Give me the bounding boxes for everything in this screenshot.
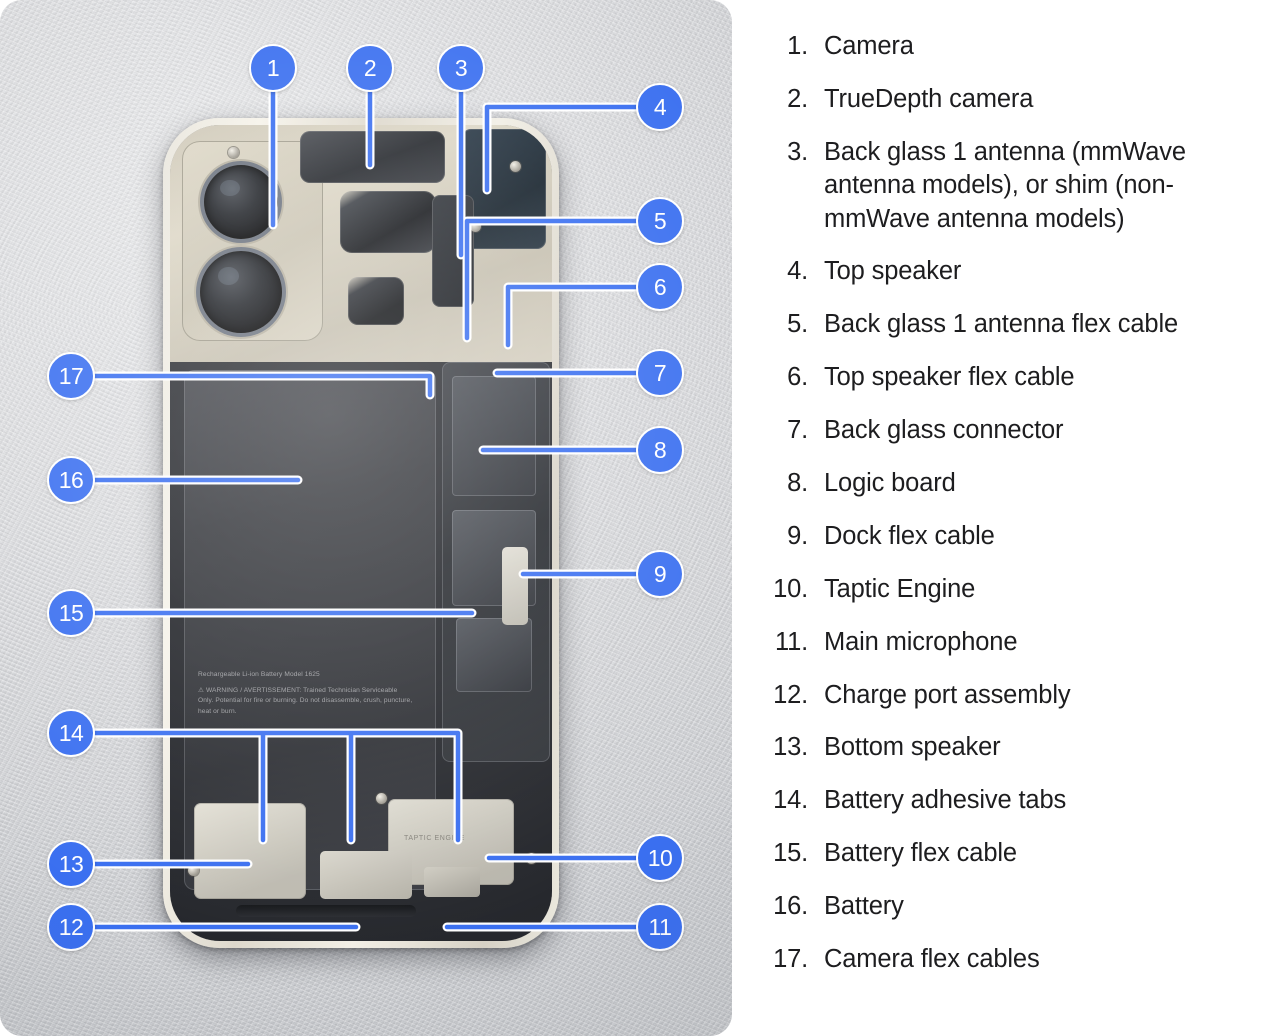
legend-item: Logic board — [752, 467, 956, 501]
callout-marker-12[interactable]: 12 — [47, 903, 95, 951]
callout-marker-11[interactable]: 11 — [636, 903, 684, 951]
bottom-assembly: TAPTIC ENGINE — [180, 793, 552, 927]
legend-item: Camera — [752, 30, 914, 64]
legend-item: Taptic Engine — [752, 573, 976, 607]
main-microphone — [424, 867, 480, 897]
callout-marker-13[interactable]: 13 — [47, 840, 95, 888]
screw — [188, 865, 199, 876]
legend-item: Bottom speaker — [752, 731, 1001, 765]
battery-model-text: Rechargeable Li-ion Battery Model 1625 — [198, 671, 320, 678]
legend-item: Camera flex cables — [752, 943, 1040, 977]
callout-marker-5[interactable]: 5 — [636, 197, 684, 245]
bottom-speaker — [194, 803, 306, 899]
legend-item: Dock flex cable — [752, 520, 995, 554]
legend-item: Top speaker — [752, 255, 962, 289]
legend-list: Camera TrueDepth camera Back glass 1 ant… — [752, 30, 1250, 977]
top-speaker-module — [300, 131, 445, 183]
callout-marker-3[interactable]: 3 — [437, 44, 485, 92]
upper-component-tray — [170, 125, 552, 362]
legend-item: TrueDepth camera — [752, 83, 1034, 117]
camera-lens-upper — [204, 165, 278, 239]
charge-port-assembly — [320, 851, 412, 899]
legend-item: Main microphone — [752, 626, 1018, 660]
callout-marker-2[interactable]: 2 — [346, 44, 394, 92]
camera-lens-lower — [200, 251, 282, 333]
callout-marker-8[interactable]: 8 — [636, 426, 684, 474]
screw — [376, 793, 387, 804]
callout-marker-16[interactable]: 16 — [47, 456, 95, 504]
callout-marker-6[interactable]: 6 — [636, 263, 684, 311]
legend-item: Back glass 1 antenna (mmWave antenna mod… — [752, 136, 1186, 233]
screw — [526, 853, 537, 864]
truedepth-camera-module — [340, 191, 436, 253]
diagram-root: Rechargeable Li-ion Battery Model 1625 ⚠… — [0, 0, 1280, 1036]
legend-item: Back glass connector — [752, 414, 1064, 448]
front-sensor-module — [348, 277, 404, 325]
legend-item: Back glass 1 antenna flex cable — [752, 308, 1178, 342]
legend-item: Battery flex cable — [752, 837, 1017, 871]
callout-marker-15[interactable]: 15 — [47, 589, 95, 637]
dock-flex-cable — [502, 547, 528, 625]
device-photo-panel: Rechargeable Li-ion Battery Model 1625 ⚠… — [0, 0, 732, 1036]
callout-marker-9[interactable]: 9 — [636, 550, 684, 598]
legend-item: Charge port assembly — [752, 679, 1071, 713]
callout-marker-17[interactable]: 17 — [47, 352, 95, 400]
screw — [228, 147, 239, 158]
battery-warning-text: Rechargeable Li-ion Battery Model 1625 ⚠… — [198, 670, 413, 717]
logic-board — [442, 362, 550, 762]
legend-item: Top speaker flex cable — [752, 361, 1075, 395]
legend-item: Battery — [752, 890, 904, 924]
taptic-engine-label: TAPTIC ENGINE — [404, 835, 465, 842]
callout-marker-7[interactable]: 7 — [636, 349, 684, 397]
antenna-flex-module — [432, 195, 474, 307]
legend-item: Battery adhesive tabs — [752, 784, 1067, 818]
screw — [510, 161, 521, 172]
phone-frame-inner: Rechargeable Li-ion Battery Model 1625 ⚠… — [170, 125, 552, 941]
logic-board-shield — [452, 376, 536, 496]
callout-marker-4[interactable]: 4 — [636, 83, 684, 131]
screw — [470, 221, 481, 232]
callout-marker-14[interactable]: 14 — [47, 709, 95, 757]
legend-panel: Camera TrueDepth camera Back glass 1 ant… — [732, 0, 1280, 1036]
lower-component-tray: Rechargeable Li-ion Battery Model 1625 ⚠… — [170, 362, 552, 941]
battery-warning-line: ⚠ WARNING / AVERTISSEMENT: Trained Techn… — [198, 687, 413, 715]
callout-marker-1[interactable]: 1 — [249, 44, 297, 92]
speaker-grille — [236, 905, 416, 917]
logic-board-shield — [456, 618, 532, 692]
callout-marker-10[interactable]: 10 — [636, 834, 684, 882]
phone-body: Rechargeable Li-ion Battery Model 1625 ⚠… — [163, 118, 559, 948]
